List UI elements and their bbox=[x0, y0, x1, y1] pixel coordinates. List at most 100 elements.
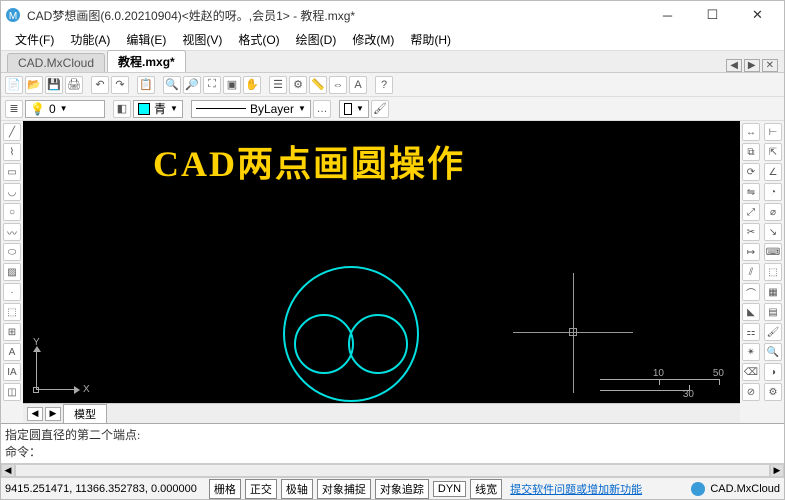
command-area[interactable]: 指定圆直径的第二个端点: 命令： bbox=[1, 423, 784, 463]
menu-format[interactable]: 格式(O) bbox=[230, 29, 287, 50]
line-tool-icon[interactable]: ╱ bbox=[3, 123, 21, 141]
offset-tool-icon[interactable]: ⫽ bbox=[742, 263, 760, 281]
menu-func[interactable]: 功能(A) bbox=[62, 29, 118, 50]
spline-tool-icon[interactable]: 〰 bbox=[3, 223, 21, 241]
linetype-selector[interactable]: ByLayer ▼ bbox=[191, 100, 311, 118]
menu-help[interactable]: 帮助(H) bbox=[402, 29, 459, 50]
block-tool-icon[interactable]: ⬚ bbox=[3, 303, 21, 321]
layout-prev-icon[interactable]: ◀ bbox=[27, 407, 43, 421]
toggle-osnap[interactable]: 对象捕捉 bbox=[317, 479, 371, 499]
rectangle-tool-icon[interactable]: ▭ bbox=[3, 163, 21, 181]
layer-off-icon[interactable]: ◑ bbox=[764, 363, 782, 381]
clipboard-icon[interactable]: 📋 bbox=[137, 76, 155, 94]
color-manager-icon[interactable]: ◧ bbox=[113, 100, 131, 118]
undo-icon[interactable]: ↶ bbox=[91, 76, 109, 94]
scroll-right-icon[interactable]: ▶ bbox=[770, 464, 784, 477]
table-tool-icon[interactable]: IA bbox=[3, 363, 21, 381]
scroll-left-icon[interactable]: ◀ bbox=[1, 464, 15, 477]
fillet-tool-icon[interactable]: ⌒ bbox=[742, 283, 760, 301]
toggle-polar[interactable]: 极轴 bbox=[281, 479, 313, 499]
trim-tool-icon[interactable]: ✂ bbox=[742, 223, 760, 241]
group-icon[interactable]: ▦ bbox=[764, 283, 782, 301]
menu-view[interactable]: 视图(V) bbox=[174, 29, 230, 50]
menu-edit[interactable]: 编辑(E) bbox=[118, 29, 174, 50]
layer-selector[interactable]: 💡 0 ▼ bbox=[25, 100, 105, 118]
layer-manager-icon[interactable]: ≣ bbox=[5, 100, 23, 118]
toggle-otrack[interactable]: 对象追踪 bbox=[375, 479, 429, 499]
zoom-extents-icon[interactable]: ▣ bbox=[223, 76, 241, 94]
break-tool-icon[interactable]: ⊘ bbox=[742, 383, 760, 401]
redo-icon[interactable]: ↷ bbox=[111, 76, 129, 94]
horizontal-scrollbar[interactable]: ◀ ▶ bbox=[1, 463, 784, 477]
toggle-lwt[interactable]: 线宽 bbox=[470, 479, 502, 499]
brush-icon[interactable]: 🖌 bbox=[371, 100, 389, 118]
drawing-canvas[interactable]: CAD两点画圆操作 10 50 30 bbox=[23, 121, 740, 403]
chamfer-tool-icon[interactable]: ◣ bbox=[742, 303, 760, 321]
zoom-out-icon[interactable]: 🔎 bbox=[183, 76, 201, 94]
mtext-tool-icon[interactable]: A bbox=[3, 343, 21, 361]
toggle-dyn[interactable]: DYN bbox=[433, 481, 466, 497]
menu-modify[interactable]: 修改(M) bbox=[344, 29, 402, 50]
dimension-icon[interactable]: ⇔ bbox=[329, 76, 347, 94]
help-icon[interactable]: ? bbox=[375, 76, 393, 94]
settings-icon[interactable]: ⚙ bbox=[764, 383, 782, 401]
polyline-tool-icon[interactable]: ⌇ bbox=[3, 143, 21, 161]
tab-nav-left-icon[interactable]: ◀ bbox=[726, 59, 742, 72]
paint-icon[interactable]: 🖌 bbox=[764, 323, 782, 341]
find-icon[interactable]: 🔍 bbox=[764, 343, 782, 361]
mirror-tool-icon[interactable]: ⇋ bbox=[742, 183, 760, 201]
measure-icon[interactable]: 📏 bbox=[309, 76, 327, 94]
select-all-icon[interactable]: ⬚ bbox=[764, 263, 782, 281]
open-file-icon[interactable]: 📂 bbox=[25, 76, 43, 94]
text-tool-icon[interactable]: A bbox=[349, 76, 367, 94]
toggle-ortho[interactable]: 正交 bbox=[245, 479, 277, 499]
scale-tool-icon[interactable]: ⤢ bbox=[742, 203, 760, 221]
maximize-button[interactable]: ☐ bbox=[690, 1, 735, 29]
dim-aligned-icon[interactable]: ⇱ bbox=[764, 143, 782, 161]
arc-tool-icon[interactable]: ◡ bbox=[3, 183, 21, 201]
close-button[interactable]: ✕ bbox=[735, 1, 780, 29]
ellipse-tool-icon[interactable]: ⬭ bbox=[3, 243, 21, 261]
pan-icon[interactable]: ✋ bbox=[243, 76, 261, 94]
print-icon[interactable]: 🖨 bbox=[65, 76, 83, 94]
dim-diameter-icon[interactable]: ⌀ bbox=[764, 203, 782, 221]
tab-nav-right-icon[interactable]: ▶ bbox=[744, 59, 760, 72]
extend-tool-icon[interactable]: ↦ bbox=[742, 243, 760, 261]
array-tool-icon[interactable]: ⚏ bbox=[742, 323, 760, 341]
dim-radius-icon[interactable]: ◔ bbox=[764, 183, 782, 201]
point-tool-icon[interactable]: · bbox=[3, 283, 21, 301]
layer-icon[interactable]: ☰ bbox=[269, 76, 287, 94]
linetype-manager-icon[interactable]: … bbox=[313, 100, 331, 118]
model-tab[interactable]: 模型 bbox=[63, 404, 107, 424]
tab-cloud[interactable]: CAD.MxCloud bbox=[7, 53, 105, 72]
insert-tool-icon[interactable]: ⊞ bbox=[3, 323, 21, 341]
save-icon[interactable]: 💾 bbox=[45, 76, 63, 94]
dim-angular-icon[interactable]: ∠ bbox=[764, 163, 782, 181]
new-file-icon[interactable]: 📄 bbox=[5, 76, 23, 94]
move-tool-icon[interactable]: ↔ bbox=[742, 123, 760, 141]
lineweight-selector[interactable]: ▼ bbox=[339, 100, 369, 118]
rotate-tool-icon[interactable]: ⟳ bbox=[742, 163, 760, 181]
minimize-button[interactable]: ─ bbox=[645, 1, 690, 29]
menu-draw[interactable]: 绘图(D) bbox=[288, 29, 345, 50]
explode-tool-icon[interactable]: ✴ bbox=[742, 343, 760, 361]
feedback-link[interactable]: 提交软件问题或增加新功能 bbox=[510, 481, 642, 497]
circle-tool-icon[interactable]: ○ bbox=[3, 203, 21, 221]
erase-tool-icon[interactable]: ⌫ bbox=[742, 363, 760, 381]
properties-icon[interactable]: ⚙ bbox=[289, 76, 307, 94]
zoom-window-icon[interactable]: ⛶ bbox=[203, 76, 221, 94]
copy-tool-icon[interactable]: ⧉ bbox=[742, 143, 760, 161]
menu-file[interactable]: 文件(F) bbox=[7, 29, 62, 50]
region-tool-icon[interactable]: ◫ bbox=[3, 383, 21, 401]
calc-icon[interactable]: ⌨ bbox=[764, 243, 782, 261]
toggle-grid[interactable]: 栅格 bbox=[209, 479, 241, 499]
color-selector[interactable]: 青 ▼ bbox=[133, 100, 183, 118]
tab-close-icon[interactable]: ✕ bbox=[762, 59, 778, 72]
layout-next-icon[interactable]: ▶ bbox=[45, 407, 61, 421]
leader-icon[interactable]: ↘ bbox=[764, 223, 782, 241]
hatch-tool-icon[interactable]: ▨ bbox=[3, 263, 21, 281]
dim-linear-icon[interactable]: ⊢ bbox=[764, 123, 782, 141]
zoom-in-icon[interactable]: 🔍 bbox=[163, 76, 181, 94]
ungroup-icon[interactable]: ▤ bbox=[764, 303, 782, 321]
tab-current-file[interactable]: 教程.mxg* bbox=[107, 50, 186, 72]
